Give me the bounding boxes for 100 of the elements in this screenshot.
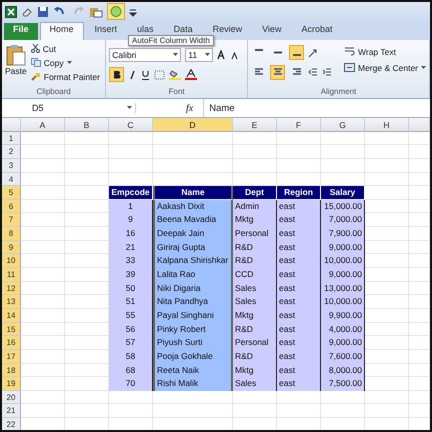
empty-cell (409, 240, 430, 254)
row-header[interactable]: 7 (2, 213, 21, 228)
horizontal-align-button[interactable] (270, 65, 285, 80)
copy-icon (30, 58, 41, 67)
table-cell: Pooja Gokhale (153, 350, 233, 364)
clipboard-icon[interactable] (89, 6, 103, 18)
table-cell: 10,000.00 (321, 295, 365, 309)
row-header[interactable]: 9 (2, 240, 21, 254)
row-header[interactable]: 6 (2, 200, 21, 214)
row-header[interactable]: 1 (2, 132, 21, 146)
eraser-icon[interactable] (21, 6, 33, 18)
column-heading-cell: Name (153, 186, 233, 200)
row-header[interactable]: 4 (2, 172, 21, 186)
table-cell: Deepak Jain (153, 227, 233, 241)
format-painter-button[interactable]: Format Painter (30, 70, 100, 83)
empty-cell (409, 308, 430, 323)
table-cell: Mktg (233, 364, 277, 378)
ribbon-tab[interactable]: Acrobat (292, 23, 342, 40)
empty-cell (409, 158, 430, 173)
empty-cell (277, 145, 321, 159)
table-cell: Lalita Rao (153, 268, 233, 282)
function-label[interactable]: fx (136, 102, 204, 114)
column-header[interactable]: H (365, 118, 409, 132)
table-cell: 15,000.00 (321, 200, 365, 214)
font-color-icon[interactable] (185, 69, 198, 80)
column-heading-cell: Empcode (109, 186, 153, 200)
row-header[interactable]: 5 (2, 186, 21, 200)
empty-cell (65, 172, 109, 186)
paste-button[interactable]: Paste (5, 42, 27, 87)
scissors-icon (30, 44, 40, 53)
formula-input[interactable]: Name (203, 99, 430, 117)
grow-font-icon[interactable] (217, 50, 228, 60)
font-size-field[interactable]: 11 (185, 48, 214, 62)
fill-color-icon[interactable] (169, 69, 182, 80)
table-cell: 56 (109, 322, 153, 336)
row-header[interactable]: 18 (2, 364, 21, 378)
column-header[interactable]: F (277, 118, 321, 132)
ribbon-tab[interactable]: View (253, 23, 290, 40)
shrink-font-icon[interactable] (231, 50, 240, 60)
row-header[interactable]: 2 (2, 145, 21, 159)
row-header[interactable]: 11 (2, 268, 21, 282)
italic-icon[interactable] (128, 70, 138, 80)
row-header[interactable]: 13 (2, 295, 21, 309)
row-header[interactable]: 16 (2, 336, 21, 350)
table-cell: 10,000.00 (321, 254, 365, 268)
empty-cell (109, 132, 153, 146)
row-header[interactable]: 12 (2, 282, 21, 296)
name-box[interactable]: D5 (2, 103, 136, 113)
empty-cell (409, 322, 430, 336)
row-header[interactable]: 8 (2, 227, 21, 241)
table-cell: CCD (233, 268, 277, 282)
group-label: Clipboard (35, 87, 72, 98)
table-cell: 9,000.00 (321, 336, 365, 350)
horizontal-align-icon (272, 68, 282, 77)
vertical-align-button[interactable] (289, 45, 304, 60)
empty-cell (277, 390, 321, 404)
excel-logo-icon (5, 6, 17, 18)
row-header[interactable]: 14 (2, 308, 21, 323)
ribbon-tab[interactable]: Insert (86, 23, 126, 40)
column-header[interactable]: G (321, 118, 365, 132)
caret-icon (421, 66, 426, 70)
row-header[interactable]: 17 (2, 350, 21, 364)
increase-indent-icon[interactable] (322, 68, 332, 77)
bold-button[interactable] (109, 67, 124, 82)
empty-cell (65, 390, 109, 404)
table-cell: 7,000.00 (321, 213, 365, 228)
save-icon[interactable] (37, 6, 49, 18)
empty-cell (365, 390, 409, 404)
row-header[interactable]: 15 (2, 322, 21, 336)
ribbon-tab[interactable]: File (4, 23, 38, 40)
table-cell: Personal (233, 336, 277, 350)
table-cell: Pinky Robert (153, 322, 233, 336)
cut-button[interactable]: Cut (30, 42, 100, 55)
column-header[interactable]: A (21, 118, 65, 132)
font-name-field[interactable]: Calibri (109, 48, 182, 62)
column-header[interactable]: E (233, 118, 277, 132)
empty-cell (65, 404, 109, 418)
borders-icon[interactable] (154, 70, 166, 80)
merge-cells-icon (344, 63, 355, 72)
row-header[interactable]: 20 (2, 390, 21, 404)
decrease-indent-icon[interactable] (308, 68, 318, 77)
ribbon-tab[interactable]: Home (40, 22, 84, 40)
row-header[interactable]: 10 (2, 254, 21, 268)
wrap-text-button[interactable]: Wrap Text (344, 45, 426, 58)
table-cell: R&D (233, 322, 277, 336)
row-header[interactable]: 3 (2, 158, 21, 173)
row-header[interactable]: 19 (2, 377, 21, 391)
column-header[interactable]: B (65, 118, 109, 132)
column-header[interactable]: C (109, 118, 153, 132)
row-header[interactable]: 21 (2, 404, 21, 418)
table-cell: east (277, 336, 321, 350)
column-header[interactable]: D (153, 118, 233, 132)
table-cell: Sales (233, 377, 277, 391)
table-cell: 7,900.00 (321, 227, 365, 241)
merge-center-button[interactable]: Merge & Center (344, 61, 426, 74)
table-cell: 50 (109, 282, 153, 296)
copy-button[interactable]: Copy (30, 56, 100, 69)
row-header[interactable]: 22 (2, 418, 21, 430)
underline-icon[interactable] (141, 70, 150, 80)
empty-cell (409, 336, 430, 350)
